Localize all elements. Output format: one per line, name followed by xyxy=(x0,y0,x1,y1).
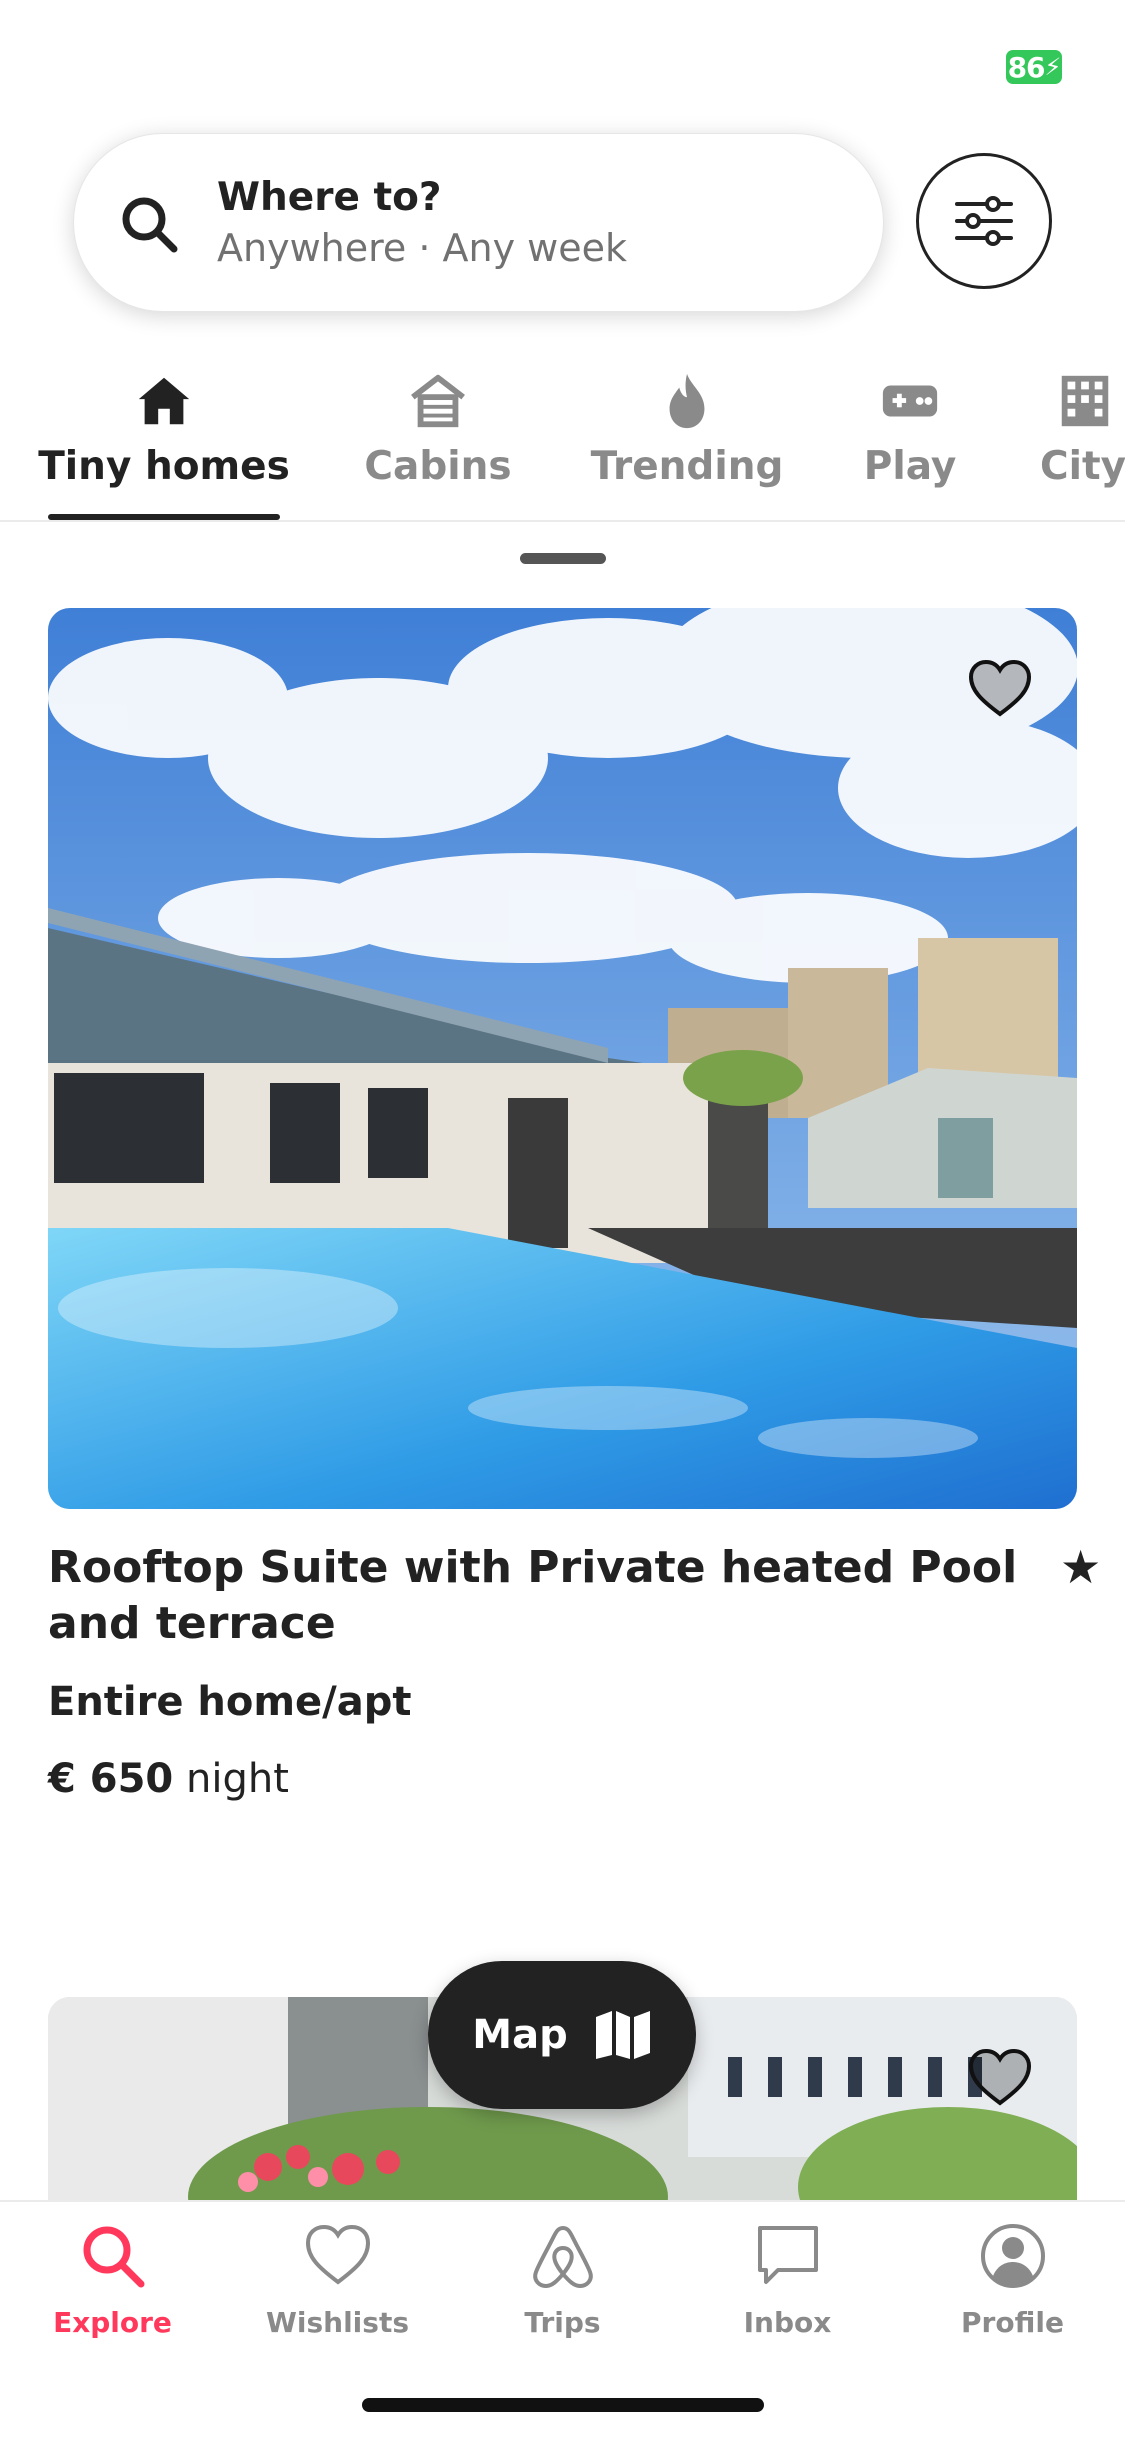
category-trending[interactable]: Trending xyxy=(591,370,783,510)
battery-indicator: 86 ⚡ xyxy=(1006,50,1062,84)
search-bar[interactable] xyxy=(73,133,884,312)
tab-label: Wishlists xyxy=(266,2306,409,2339)
map-button[interactable]: Map xyxy=(428,1961,696,2109)
map-button-label: Map xyxy=(472,2012,568,2058)
cabin-icon xyxy=(411,374,465,428)
flame-icon xyxy=(669,373,705,429)
listing-title[interactable]: Rooftop Suite with Private heated Pool a… xyxy=(48,1540,1108,1652)
tab-label: Trips xyxy=(524,2306,601,2339)
sliders-icon xyxy=(955,196,1013,246)
search-icon xyxy=(83,2226,144,2288)
listing-photo-image xyxy=(48,608,1077,1509)
listing-price: € 650 night xyxy=(48,1756,289,1802)
user-circle-icon xyxy=(980,2224,1045,2288)
category-divider xyxy=(0,520,1125,522)
wishlist-heart-icon[interactable] xyxy=(967,2047,1033,2107)
tab-label: Profile xyxy=(961,2306,1064,2339)
battery-level: 86 xyxy=(1007,50,1046,84)
price-amount: € 650 xyxy=(48,1756,174,1802)
home-indicator xyxy=(362,2398,764,2412)
charging-bolt-icon: ⚡ xyxy=(1044,53,1062,81)
rating-star-icon: ★ xyxy=(1060,1540,1102,1594)
home-icon xyxy=(138,377,190,425)
listing-photo[interactable] xyxy=(48,608,1077,1509)
category-cabins[interactable]: Cabins xyxy=(360,370,516,510)
category-label: Play xyxy=(863,444,957,489)
filters-button[interactable] xyxy=(916,153,1052,289)
category-label: Cabins xyxy=(364,444,512,489)
category-tiny-homes[interactable]: Tiny homes xyxy=(38,370,290,510)
map-icon xyxy=(595,2011,650,2059)
category-label: Trending xyxy=(590,444,784,489)
tab-explore[interactable]: Explore xyxy=(0,2220,225,2339)
category-label: City xyxy=(1040,444,1125,489)
sheet-grabber[interactable] xyxy=(520,553,606,564)
listing-type: Entire home/apt xyxy=(48,1679,412,1725)
active-category-underline xyxy=(48,514,280,520)
category-city[interactable]: City xyxy=(1040,370,1125,510)
tab-profile[interactable]: Profile xyxy=(900,2220,1125,2339)
price-unit: night xyxy=(185,1756,289,1802)
message-icon xyxy=(757,2226,818,2284)
search-title: Where to? xyxy=(217,175,442,220)
wishlist-heart-icon[interactable] xyxy=(967,658,1033,718)
tab-label: Inbox xyxy=(743,2306,832,2339)
tab-label: Explore xyxy=(53,2306,172,2339)
category-play[interactable]: Play xyxy=(860,370,960,510)
heart-icon xyxy=(305,2224,370,2285)
building-icon xyxy=(1061,375,1109,427)
airbnb-logo-icon xyxy=(532,2226,593,2288)
search-icon xyxy=(122,197,178,253)
category-label: Tiny homes xyxy=(38,444,290,489)
tab-inbox[interactable]: Inbox xyxy=(675,2220,900,2339)
search-subtitle: Anywhere · Any week xyxy=(217,226,628,270)
tab-trips[interactable]: Trips xyxy=(450,2220,675,2339)
gamepad-icon xyxy=(882,385,938,417)
tab-wishlists[interactable]: Wishlists xyxy=(225,2220,450,2339)
